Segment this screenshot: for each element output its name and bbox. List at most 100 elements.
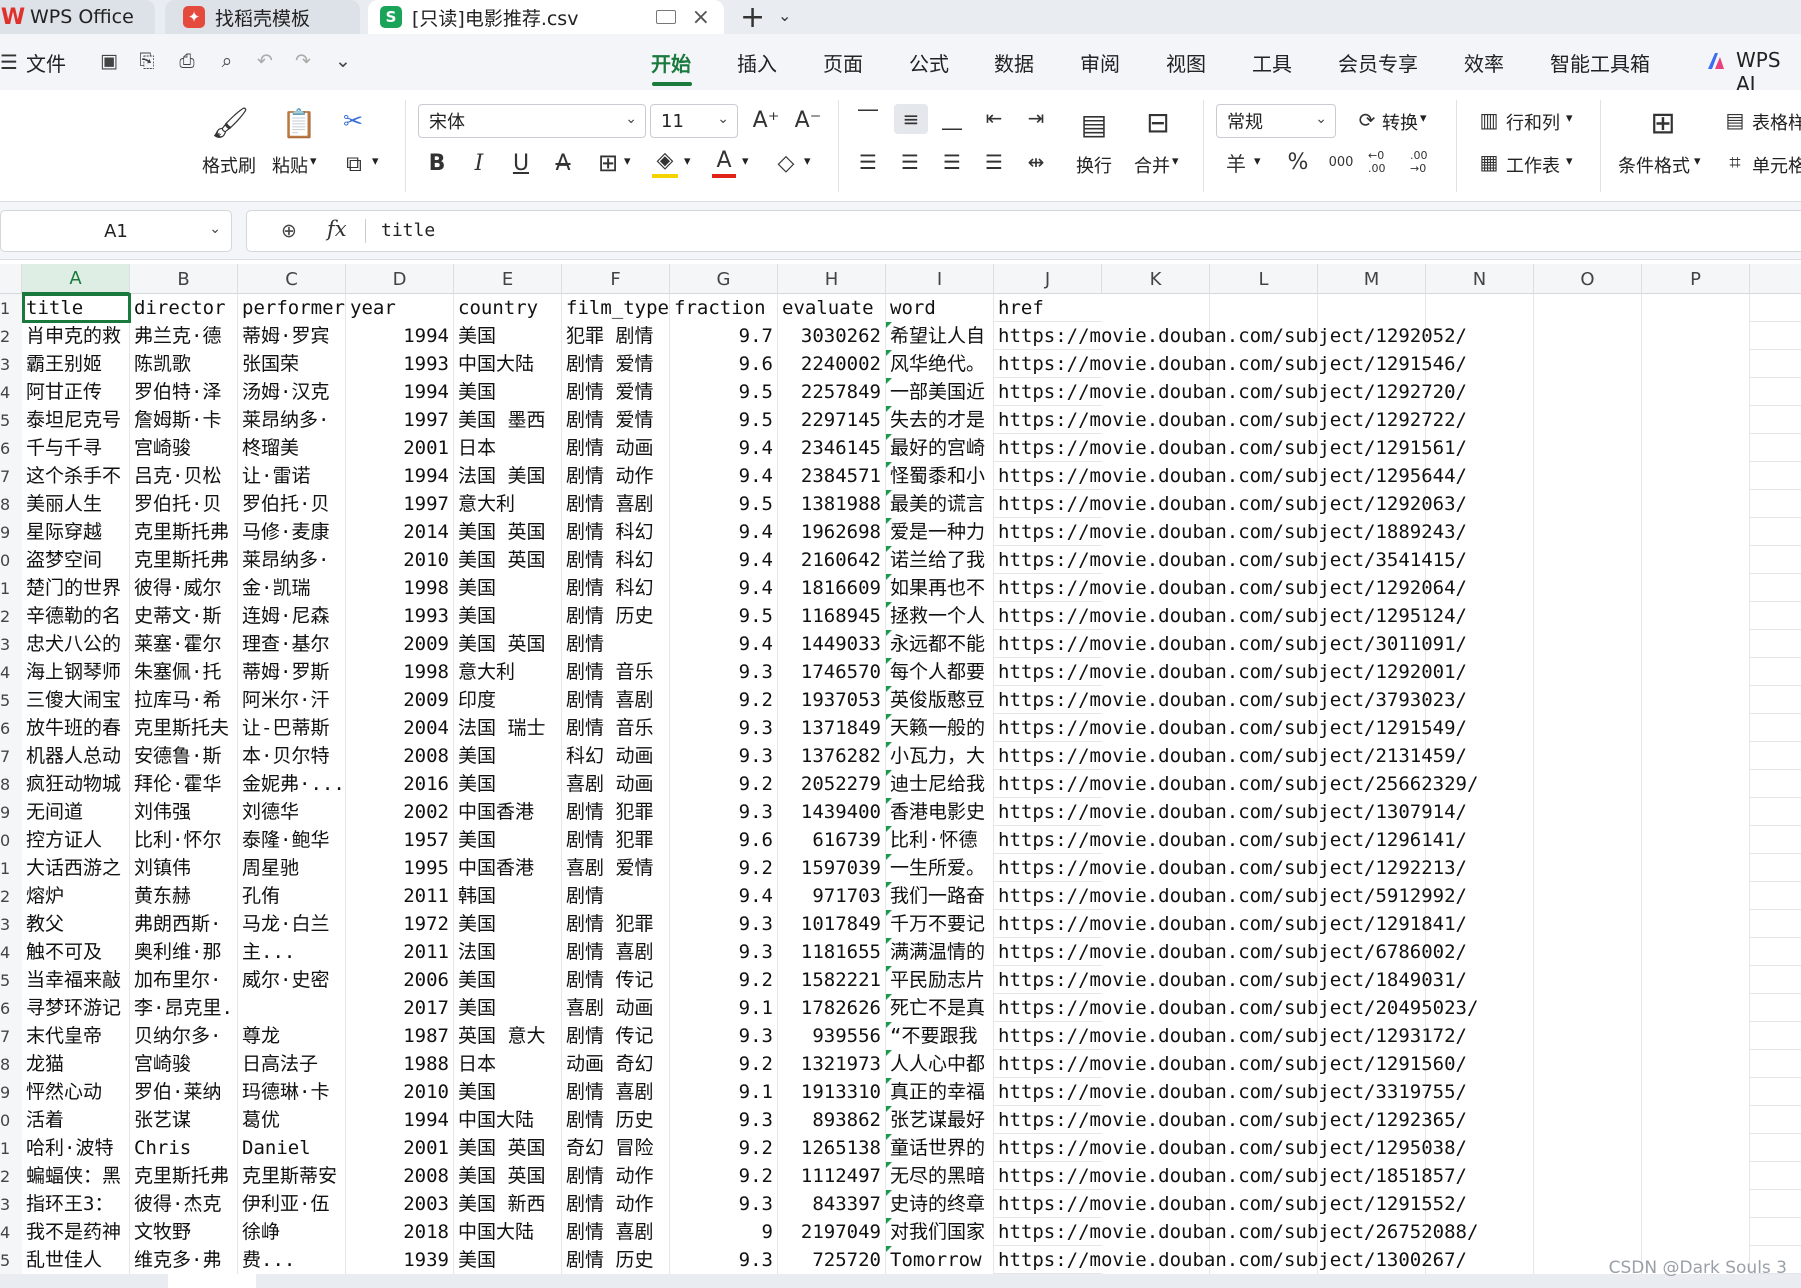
table-cell[interactable] bbox=[1642, 770, 1750, 798]
row-header[interactable]: 1 bbox=[0, 1134, 22, 1162]
table-cell[interactable]: 安德鲁·斯 bbox=[130, 742, 238, 770]
table-cell[interactable]: 剧情 传记 bbox=[562, 966, 670, 994]
font-grow-icon[interactable]: A⁺ bbox=[752, 106, 780, 134]
table-cell[interactable]: 如果再也不 bbox=[886, 574, 994, 602]
table-cell[interactable]: 9.3 bbox=[670, 798, 778, 826]
fill-color-icon[interactable]: ◈ bbox=[652, 146, 678, 178]
table-cell[interactable]: 2004 bbox=[346, 714, 454, 742]
table-cell[interactable]: https://movie.douban.com/subject/1292722… bbox=[994, 406, 1467, 434]
table-cell[interactable]: 9.5 bbox=[670, 406, 778, 434]
table-cell[interactable]: 教父 bbox=[22, 910, 130, 938]
table-cell[interactable]: 2002 bbox=[346, 798, 454, 826]
table-cell[interactable]: https://movie.douban.com/subject/1292001… bbox=[994, 658, 1467, 686]
column-header-f[interactable]: F bbox=[562, 264, 670, 294]
table-cell[interactable] bbox=[1534, 770, 1642, 798]
table-cell[interactable]: https://movie.douban.com/subject/1292064… bbox=[994, 574, 1467, 602]
table-cell[interactable]: 美国 bbox=[454, 1246, 562, 1274]
table-cell[interactable]: 美国 bbox=[454, 1078, 562, 1106]
table-cell[interactable]: 1746570 bbox=[778, 658, 886, 686]
column-title-cell[interactable] bbox=[1534, 294, 1642, 322]
table-cell[interactable]: 2014 bbox=[346, 518, 454, 546]
table-cell[interactable] bbox=[1534, 938, 1642, 966]
table-cell[interactable] bbox=[1642, 1162, 1750, 1190]
table-cell[interactable]: https://movie.douban.com/subject/2675208… bbox=[994, 1218, 1478, 1246]
table-cell[interactable]: 843397 bbox=[778, 1190, 886, 1218]
table-cell[interactable]: 美国 bbox=[454, 910, 562, 938]
table-cell[interactable]: 汤姆·汉克 bbox=[238, 378, 346, 406]
table-cell[interactable]: 9.2 bbox=[670, 1162, 778, 1190]
table-cell[interactable]: 日高法子 bbox=[238, 1050, 346, 1078]
table-cell[interactable]: 美国 英国 bbox=[454, 546, 562, 574]
menu-efficiency[interactable]: 效率 bbox=[1464, 48, 1504, 77]
table-cell[interactable] bbox=[1534, 1050, 1642, 1078]
table-cell[interactable]: 剧情 动作 bbox=[562, 1162, 670, 1190]
menu-view[interactable]: 视图 bbox=[1166, 48, 1206, 77]
table-cell[interactable]: 罗伯托·贝 bbox=[130, 490, 238, 518]
table-cell[interactable]: 2052279 bbox=[778, 770, 886, 798]
row-header[interactable]: 4 bbox=[0, 658, 22, 686]
chevron-down-icon[interactable]: ▾ bbox=[1172, 154, 1179, 169]
table-cell[interactable]: 莱昂纳多· bbox=[238, 546, 346, 574]
table-cell[interactable]: 1371849 bbox=[778, 714, 886, 742]
table-cell[interactable]: 文牧野 bbox=[130, 1218, 238, 1246]
column-header-j[interactable]: J bbox=[994, 264, 1102, 294]
table-cell[interactable]: https://movie.douban.com/subject/1291560… bbox=[994, 1050, 1467, 1078]
font-color-icon[interactable]: A bbox=[712, 146, 736, 178]
table-cell[interactable]: 2016 bbox=[346, 770, 454, 798]
menu-page[interactable]: 页面 bbox=[823, 48, 863, 77]
table-cell[interactable]: 奥利维·那 bbox=[130, 938, 238, 966]
table-cell[interactable] bbox=[1534, 854, 1642, 882]
table-cell[interactable] bbox=[1534, 1134, 1642, 1162]
table-cell[interactable] bbox=[1642, 826, 1750, 854]
table-cell[interactable]: 吕克·贝松 bbox=[130, 462, 238, 490]
table-cell[interactable]: 史诗的终章 bbox=[886, 1190, 994, 1218]
chevron-down-icon[interactable]: ▾ bbox=[684, 154, 691, 169]
table-cell[interactable]: 英国 意大 bbox=[454, 1022, 562, 1050]
table-cell[interactable]: 9.4 bbox=[670, 434, 778, 462]
table-cell[interactable]: 蝙蝠侠：黑 bbox=[22, 1162, 130, 1190]
table-cell[interactable] bbox=[1642, 350, 1750, 378]
table-cell[interactable]: 尊龙 bbox=[238, 1022, 346, 1050]
table-cell[interactable]: 中国大陆 bbox=[454, 1218, 562, 1246]
table-cell[interactable]: 真正的幸福 bbox=[886, 1078, 994, 1106]
table-cell[interactable]: 阿甘正传 bbox=[22, 378, 130, 406]
table-cell[interactable] bbox=[1534, 742, 1642, 770]
menu-home[interactable]: 开始 bbox=[651, 48, 691, 77]
row-header[interactable]: 9 bbox=[0, 798, 22, 826]
row-header[interactable]: 0 bbox=[0, 1106, 22, 1134]
table-cell[interactable]: 触不可及 bbox=[22, 938, 130, 966]
table-cell[interactable]: 美国 bbox=[454, 322, 562, 350]
convert-icon[interactable]: ⟳ bbox=[1354, 106, 1380, 134]
table-cell[interactable] bbox=[1642, 994, 1750, 1022]
table-cell[interactable]: https://movie.douban.com/subject/1307914… bbox=[994, 798, 1467, 826]
table-cell[interactable] bbox=[1534, 574, 1642, 602]
percent-icon[interactable]: % bbox=[1284, 148, 1312, 176]
row-header[interactable]: 2 bbox=[0, 602, 22, 630]
table-cell[interactable]: Tomorrow bbox=[886, 1246, 994, 1274]
table-cell[interactable]: 2346145 bbox=[778, 434, 886, 462]
table-cell[interactable]: 1782626 bbox=[778, 994, 886, 1022]
row-header[interactable]: 4 bbox=[0, 378, 22, 406]
zoom-icon[interactable]: ⊕ bbox=[281, 220, 297, 242]
format-painter-icon[interactable]: 🖌 bbox=[211, 106, 249, 141]
name-box[interactable]: A1 ⌄ bbox=[0, 210, 232, 252]
table-cell[interactable]: 罗伯特·泽 bbox=[130, 378, 238, 406]
paste-icon[interactable]: 📋 bbox=[282, 106, 317, 140]
table-cell[interactable]: 剧情 喜剧 bbox=[562, 938, 670, 966]
fx-icon[interactable]: fx bbox=[327, 217, 347, 241]
table-cell[interactable]: 贝纳尔多· bbox=[130, 1022, 238, 1050]
table-cell[interactable] bbox=[1534, 798, 1642, 826]
cell-icon[interactable]: ⌗ bbox=[1722, 148, 1748, 176]
table-cell[interactable]: https://movie.douban.com/subject/1292213… bbox=[994, 854, 1467, 882]
row-header[interactable]: 8 bbox=[0, 770, 22, 798]
table-cell[interactable]: 1994 bbox=[346, 1106, 454, 1134]
table-cell[interactable]: https://movie.douban.com/subject/3319755… bbox=[994, 1078, 1467, 1106]
table-cell[interactable] bbox=[1642, 434, 1750, 462]
menu-review[interactable]: 审阅 bbox=[1080, 48, 1120, 77]
table-cell[interactable]: 2011 bbox=[346, 938, 454, 966]
table-cell[interactable]: https://movie.douban.com/subject/1291549… bbox=[994, 714, 1467, 742]
table-cell[interactable]: 9.2 bbox=[670, 966, 778, 994]
table-cell[interactable]: 史蒂文·斯 bbox=[130, 602, 238, 630]
table-cell[interactable] bbox=[1642, 378, 1750, 406]
table-cell[interactable]: 罗伯托·贝 bbox=[238, 490, 346, 518]
